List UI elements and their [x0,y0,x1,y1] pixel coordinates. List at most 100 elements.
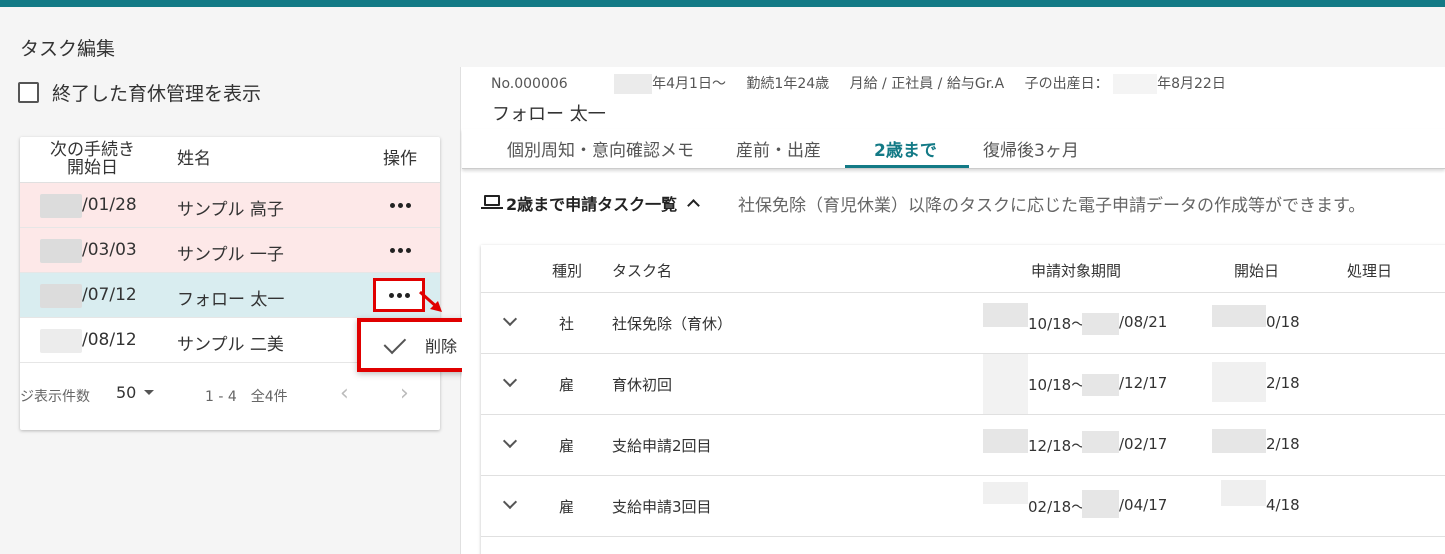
redacted-year [983,354,1028,415]
task-table: 種別 タスク名 申請対象期間 開始日 処理日 社 社保免除（育休） 10/18～… [481,245,1445,554]
column-header-next-date[interactable]: 次の手続き 開始日 [20,137,165,183]
more-horiz-icon [388,292,410,298]
chevron-down-icon[interactable] [502,494,518,510]
column-header-start: 開始日 [1234,262,1280,280]
column-header-processed: 処理日 [1347,262,1393,280]
task-type: 雇 [559,437,575,455]
row-name: サンプル 二美 [177,335,284,355]
row-date: /03/03 [82,240,137,260]
page-title: タスク編集 [20,38,116,60]
table-row[interactable]: 雇 育休初回 10/18～ /12/17 2/18 [481,353,1445,415]
employee-info: No.000006 年4月1日～ 勤続1年24歳 月給 / 正社員 / 給与Gr… [491,73,1226,94]
table-row[interactable]: 雇 支給申請2回目 12/18～ /02/17 2/18 [481,414,1445,475]
employee-number: No.000006 [491,76,568,92]
start-date: 4/18 [1266,496,1300,514]
redacted-year [40,194,82,218]
row-date: /01/28 [82,195,137,215]
redacted-year [1082,431,1119,453]
chevron-up-icon [687,199,701,212]
redacted-year [40,284,82,308]
section-toggle[interactable]: 2歳まで申請タスク一覧 [481,191,701,215]
employee-list-card: 次の手続き 開始日 姓名 操作 /01/28 サンプル 高子 /03/03 サン… [20,137,440,430]
show-finished-toggle[interactable]: 終了した育休管理を表示 [18,79,261,106]
top-accent-bar [0,0,1445,7]
redacted-year [1221,480,1266,506]
page-range: 1 - 4 全4件 [205,389,288,405]
column-header-next-date-line2: 開始日 [67,158,118,178]
task-name: 育休初回 [612,376,673,394]
delete-menu-item[interactable]: 削除 [425,333,457,357]
period-from: 10/18～ [1028,315,1087,333]
redacted-year [1113,74,1158,94]
redacted-year [983,303,1028,327]
tab-notice-memo[interactable]: 個別周知・意向確認メモ [507,136,694,161]
active-tab-indicator [845,165,969,168]
tenure: 勤続1年24歳 [746,76,830,92]
tab-until-age-2[interactable]: 2歳まで [874,136,937,161]
prev-page-button[interactable]: ‹ [340,381,349,406]
redacted-year [40,239,82,263]
table-row[interactable]: 雇 支給申請3回目 02/18～ /04/17 4/18 [481,475,1445,536]
more-options-button[interactable] [380,190,420,220]
redacted-year [614,74,653,94]
employee-name: フォロー 太一 [492,104,606,125]
redacted-year [1212,429,1266,453]
redacted-year [1212,362,1266,402]
row-name: サンプル 一子 [177,245,284,265]
row-date: /08/12 [82,330,137,350]
list-item-selected[interactable]: /07/12 フォロー 太一 [20,273,440,318]
redacted-year [40,329,82,353]
column-header-period: 申請対象期間 [1031,262,1122,280]
page-header: タスク編集 [0,7,1445,67]
more-options-button[interactable] [380,235,420,265]
column-header-name[interactable]: 姓名 [177,137,327,183]
redacted-year [983,482,1028,504]
task-type: 社 [559,315,575,333]
column-header-ops: 操作 [383,149,417,170]
birth-date: 年8月22日 [1157,76,1226,92]
row-name: フォロー 太一 [177,290,285,310]
table-row-partial [481,536,1445,554]
redacted-year [1082,490,1119,518]
column-header-task: タスク名 [612,262,673,280]
table-row[interactable]: 社 社保免除（育休） 10/18～ /08/21 0/18 [481,292,1445,353]
page-size-value: 50 [116,383,137,402]
start-date: 0/18 [1266,313,1300,331]
birth-label: 子の出産日： [1024,76,1109,92]
checkbox-icon[interactable] [18,82,39,103]
dropdown-caret-icon [144,390,155,395]
section-description: 社保免除（育児休業）以降のタスクに応じた電子申請データの作成等ができます。 [738,196,1366,216]
task-name: 支給申請3回目 [612,498,712,516]
period-from: 10/18～ [1028,376,1087,394]
row-name: サンプル 高子 [177,200,284,220]
tab-bar: 個別周知・意向確認メモ 産前・出産 2歳まで 復帰後3ヶ月 [462,129,1445,169]
redacted-year [1212,305,1266,327]
period-to: /08/21 [1119,313,1168,331]
list-item[interactable]: /01/28 サンプル 高子 [20,183,440,228]
chevron-down-icon[interactable] [502,433,518,449]
laptop-icon [481,195,503,211]
redacted-year [1082,374,1119,396]
more-horiz-icon [389,202,411,208]
period-from: 02/18～ [1028,498,1087,516]
right-pane: No.000006 年4月1日～ 勤続1年24歳 月給 / 正社員 / 給与Gr… [462,67,1445,554]
period-from: 12/18～ [1028,437,1087,455]
next-page-button[interactable]: › [400,381,409,406]
page-size-select[interactable]: 50 [116,383,155,402]
tab-prenatal[interactable]: 産前・出産 [736,136,821,161]
more-horiz-icon [389,247,411,253]
tab-return-3months[interactable]: 復帰後3ヶ月 [983,136,1079,161]
pagination: ジ表示件数 50 1 - 4 全4件 ‹ › [20,373,440,413]
hire-date: 年4月1日～ [652,76,726,92]
task-name: 支給申請2回目 [612,437,712,455]
list-item[interactable]: /03/03 サンプル 一子 [20,228,440,273]
section-title: 2歳まで申請タスク一覧 [506,195,678,214]
start-date: 2/18 [1266,374,1300,392]
chevron-down-icon[interactable] [502,372,518,388]
show-finished-label: 終了した育休管理を表示 [52,83,262,105]
annotation-arrow [419,290,442,312]
task-name: 社保免除（育休） [612,315,733,333]
chevron-down-icon[interactable] [502,311,518,327]
redacted-year [1082,313,1119,335]
period-to: /02/17 [1119,435,1168,453]
